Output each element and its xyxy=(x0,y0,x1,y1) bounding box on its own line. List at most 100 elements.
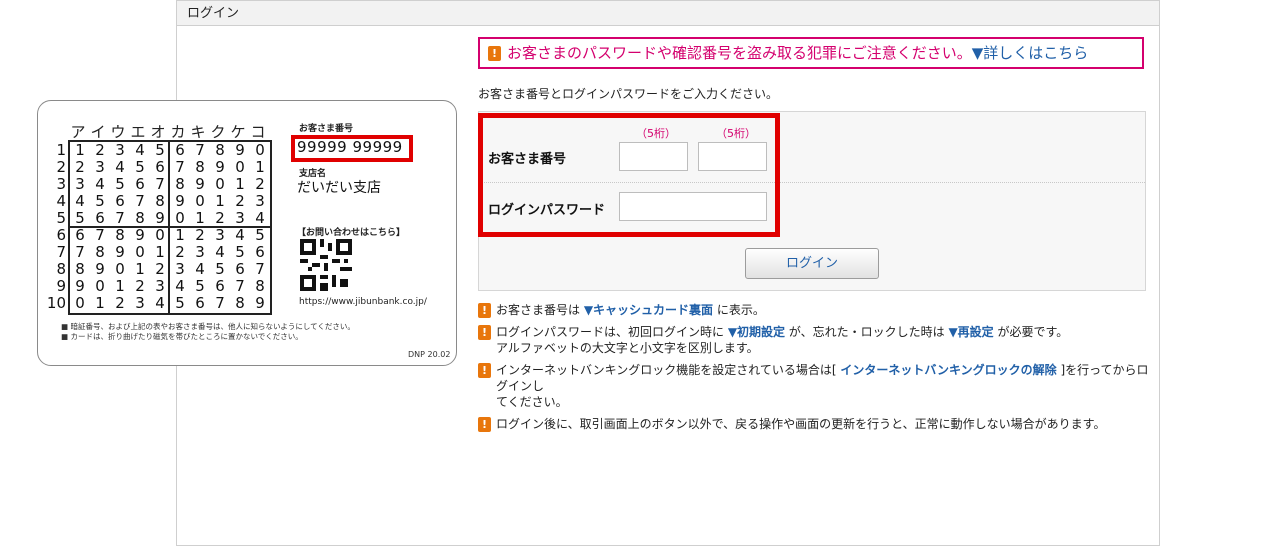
card-grid-cell: 1 xyxy=(255,158,265,176)
card-grid-cell: 2 xyxy=(255,175,265,193)
card-grid-cell: 7 xyxy=(215,294,225,312)
card-grid-cell: 4 xyxy=(155,294,165,312)
card-grid-cell: 9 xyxy=(95,260,105,278)
card-grid-cell: 8 xyxy=(255,277,265,295)
card-grid-cell: 6 xyxy=(175,141,185,159)
note-item: ! インターネットバンキングロック機能を設定されている場合は[ インターネットバ… xyxy=(478,362,1158,410)
card-grid-cell: 0 xyxy=(235,158,245,176)
card-grid-cell: 1 xyxy=(195,209,205,227)
card-grid-cell: 0 xyxy=(195,192,205,210)
card-customer-number-label: お客さま番号 xyxy=(299,124,354,134)
card-grid-cell: 3 xyxy=(215,226,225,244)
card-grid-cell: 3 xyxy=(155,277,165,295)
card-grid-cell: 1 xyxy=(115,277,125,295)
card-grid-cell: 8 xyxy=(135,209,145,227)
card-grid-cell: 1 xyxy=(235,175,245,193)
card-grid-cell: 5 xyxy=(235,243,245,261)
card-grid-cell: 2 xyxy=(195,226,205,244)
card-grid-cell: 4 xyxy=(135,141,145,159)
card-grid-cell: 2 xyxy=(235,192,245,210)
card-grid-column-header: ウ xyxy=(110,123,126,141)
card-grid-cell: 0 xyxy=(95,277,105,295)
note-text: アルファベットの大文字と小文字を区別します。 xyxy=(496,341,759,355)
exclamation-icon: ! xyxy=(478,325,491,340)
card-grid-cell: 6 xyxy=(215,277,225,295)
card-grid-cell: 2 xyxy=(115,294,125,312)
reset-link[interactable]: ▼再設定 xyxy=(948,325,993,339)
card-grid-cell: 3 xyxy=(95,158,105,176)
card-row-number: 3 xyxy=(56,175,66,193)
card-contact-label: 【お問い合わせはこちら】 xyxy=(297,228,406,238)
card-grid-cell: 5 xyxy=(175,294,185,312)
card-grid-cell: 9 xyxy=(215,158,225,176)
card-grid-cell: 4 xyxy=(235,226,245,244)
exclamation-icon: ! xyxy=(478,417,491,432)
card-grid-cell: 4 xyxy=(255,209,265,227)
card-grid-cell: 6 xyxy=(115,192,125,210)
card-grid-cell: 5 xyxy=(75,209,85,227)
note-text: お客さま番号は xyxy=(496,303,584,317)
login-button[interactable]: ログイン xyxy=(745,248,879,279)
card-grid-cell: 3 xyxy=(175,260,185,278)
card-grid-cell: 8 xyxy=(75,260,85,278)
card-grid-column-header: コ xyxy=(250,123,266,141)
card-grid-cell: 4 xyxy=(75,192,85,210)
card-grid-cell: 4 xyxy=(115,158,125,176)
card-grid-column-header: オ xyxy=(150,123,166,141)
card-grid-cell: 0 xyxy=(175,209,185,227)
card-grid-cell: 9 xyxy=(135,226,145,244)
cash-card-back-link[interactable]: ▼キャッシュカード裏面 xyxy=(584,303,713,317)
note-item: ! ログインパスワードは、初回ログイン時に ▼初期設定 が、忘れた・ロックした時… xyxy=(478,324,1158,356)
card-grid-cell: 2 xyxy=(135,277,145,295)
panel-title: ログイン xyxy=(177,1,1159,26)
card-grid-cell: 1 xyxy=(215,192,225,210)
card-row-number: 6 xyxy=(56,226,66,244)
notes-list: ! お客さま番号は ▼キャッシュカード裏面 に表示。 ! ログインパスワードは、… xyxy=(478,302,1158,438)
card-grid-cell: 3 xyxy=(135,294,145,312)
fraud-warning-text: お客さまのパスワードや確認番号を盗み取る犯罪にご注意ください。 xyxy=(507,44,972,62)
card-branch-name: だいだい支店 xyxy=(297,180,381,196)
initial-setup-link[interactable]: ▼初期設定 xyxy=(728,325,785,339)
card-grid-cell: 9 xyxy=(255,294,265,312)
exclamation-icon: ! xyxy=(478,363,491,378)
card-grid-cell: 0 xyxy=(75,294,85,312)
card-grid-cell: 5 xyxy=(215,260,225,278)
card-grid-cell: 5 xyxy=(115,175,125,193)
card-grid-cell: 5 xyxy=(195,277,205,295)
card-grid-cell: 2 xyxy=(175,243,185,261)
card-grid-cell: 3 xyxy=(115,141,125,159)
card-grid-cell: 4 xyxy=(215,243,225,261)
card-grid-cell: 5 xyxy=(135,158,145,176)
card-grid-cell: 0 xyxy=(135,243,145,261)
card-grid-cell: 4 xyxy=(175,277,185,295)
card-row-number: 10 xyxy=(46,294,66,312)
card-grid-cell: 7 xyxy=(95,226,105,244)
card-grid-cell: 6 xyxy=(95,209,105,227)
card-grid-cell: 0 xyxy=(155,226,165,244)
unlock-link[interactable]: インターネットバンキングロックの解除 xyxy=(840,363,1056,377)
card-grid-cell: 7 xyxy=(115,209,125,227)
card-grid-cell: 3 xyxy=(235,209,245,227)
note-text: ログインパスワードは、初回ログイン時に xyxy=(496,325,728,339)
card-grid-cell: 0 xyxy=(215,175,225,193)
card-row-number: 4 xyxy=(56,192,66,210)
fraud-warning-banner: ! お客さまのパスワードや確認番号を盗み取る犯罪にご注意ください。▼詳しくはこちら xyxy=(478,37,1144,69)
card-grid-cell: 4 xyxy=(195,260,205,278)
card-grid-cell: 1 xyxy=(75,141,85,159)
card-grid-cell: 5 xyxy=(155,141,165,159)
card-grid-cell: 6 xyxy=(195,294,205,312)
card-grid-cell: 6 xyxy=(75,226,85,244)
card-grid-cell: 7 xyxy=(75,243,85,261)
qr-code-icon xyxy=(300,239,352,291)
note-text: てください。 xyxy=(496,395,568,409)
card-grid-cell: 8 xyxy=(95,243,105,261)
card-row-number: 8 xyxy=(56,260,66,278)
card-grid-cell: 8 xyxy=(115,226,125,244)
card-row-number: 7 xyxy=(56,243,66,261)
login-instructions: お客さま番号とログインパスワードをご入力ください。 xyxy=(478,87,779,101)
card-grid-cell: 7 xyxy=(255,260,265,278)
card-grid-cell: 9 xyxy=(195,175,205,193)
card-grid-cell: 7 xyxy=(195,141,205,159)
fraud-warning-link[interactable]: ▼詳しくはこちら xyxy=(972,44,1089,62)
card-grid-cell: 3 xyxy=(255,192,265,210)
